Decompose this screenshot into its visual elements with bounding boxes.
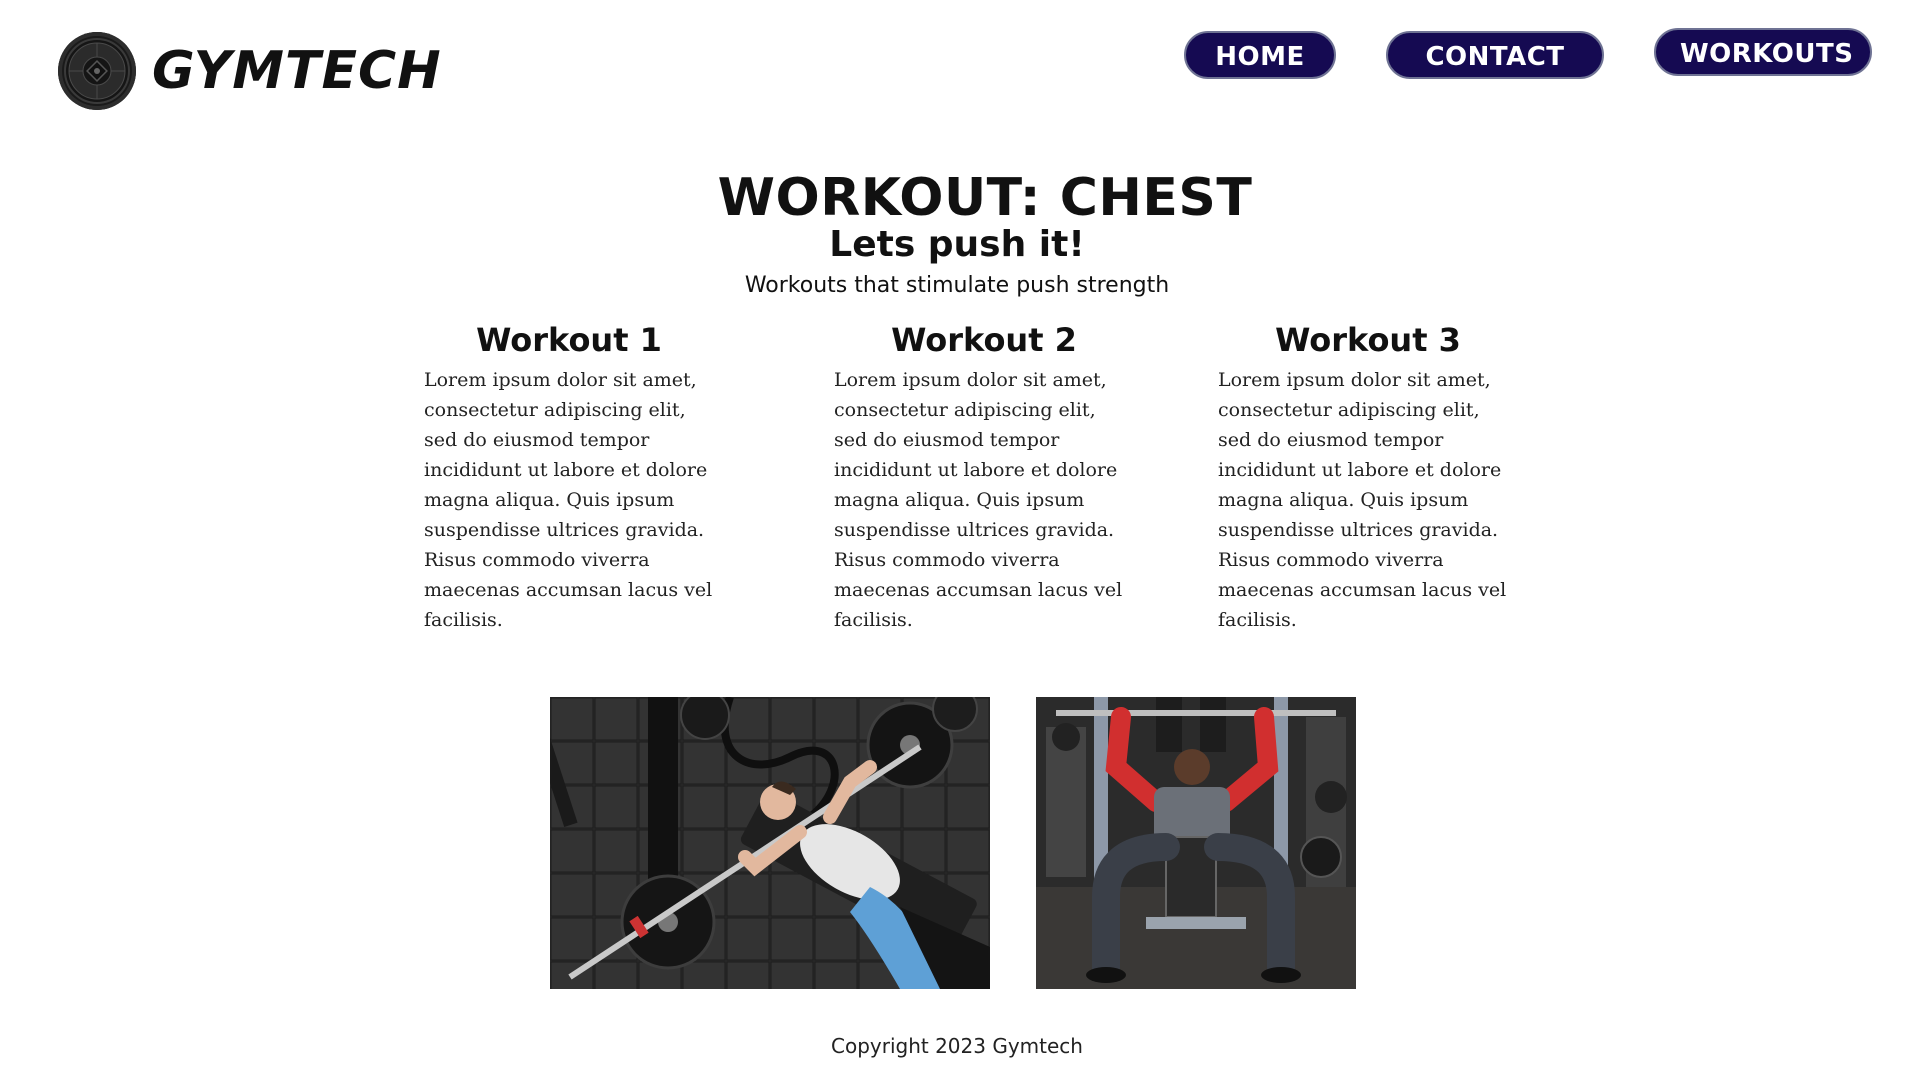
nav-home-button[interactable]: HOME bbox=[1184, 31, 1336, 79]
workout-description: Lorem ipsum dolor sit amet, consectetur … bbox=[834, 369, 1123, 631]
workout-title: Workout 3 bbox=[1275, 321, 1461, 359]
page-title: WORKOUT: CHEST bbox=[717, 168, 1253, 228]
page: GYMTECH HOME CONTACT WORKOUTS WORKOUT: C… bbox=[0, 0, 1920, 1080]
logo-badge-icon bbox=[58, 32, 136, 110]
workout-description: Lorem ipsum dolor sit amet, consectetur … bbox=[1218, 369, 1507, 631]
workout-card-2: Workout 2 Lorem ipsum dolor sit amet, co… bbox=[834, 321, 1134, 635]
nav-contact-button[interactable]: CONTACT bbox=[1386, 31, 1604, 79]
workout-card-3: Workout 3 Lorem ipsum dolor sit amet, co… bbox=[1218, 321, 1518, 635]
hero-section: WORKOUT: CHEST Lets push it! Workouts th… bbox=[0, 170, 1920, 304]
footer: Copyright 2023 Gymtech bbox=[0, 1034, 1920, 1058]
workout-title: Workout 1 bbox=[476, 321, 662, 359]
brand-logo[interactable]: GYMTECH bbox=[58, 32, 442, 110]
copyright-text: Copyright 2023 Gymtech bbox=[831, 1034, 1083, 1058]
page-description: Workouts that stimulate push strength bbox=[744, 273, 1170, 298]
incline-bench-press-photo bbox=[1036, 697, 1356, 989]
workout-description: Lorem ipsum dolor sit amet, consectetur … bbox=[424, 369, 713, 631]
nav-workouts-button[interactable]: WORKOUTS bbox=[1654, 28, 1872, 76]
bench-press-photo bbox=[550, 697, 990, 989]
main-nav: HOME CONTACT WORKOUTS bbox=[1184, 28, 1872, 79]
workout-card-1: Workout 1 Lorem ipsum dolor sit amet, co… bbox=[424, 321, 724, 635]
workout-title: Workout 2 bbox=[891, 321, 1077, 359]
page-subtitle: Lets push it! bbox=[829, 224, 1085, 265]
brand-name: GYMTECH bbox=[152, 41, 442, 101]
